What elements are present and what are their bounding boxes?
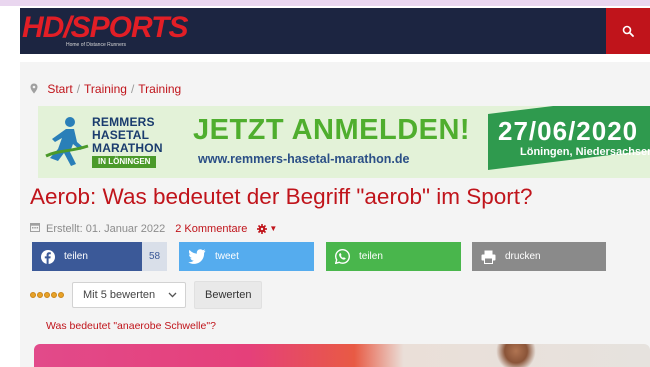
- marathon-logo: REMMERS HASETAL MARATHON IN LÖNINGEN: [44, 114, 174, 172]
- rating-row: Mit 5 bewerten Bewerten: [30, 281, 263, 309]
- related-article-link[interactable]: Was bedeutet "anaerobe Schwelle"?: [46, 320, 216, 332]
- star-icon: [44, 292, 50, 298]
- star-icon: [51, 292, 57, 298]
- star-icon: [37, 292, 43, 298]
- whatsapp-share-label: teilen: [359, 251, 383, 262]
- logo-text: HD/SPORTS: [22, 11, 188, 44]
- banner-place: Löningen, Niedersachsen: [520, 146, 650, 158]
- breadcrumb-training-current[interactable]: Training: [138, 82, 181, 96]
- breadcrumb-start[interactable]: Start: [47, 82, 72, 96]
- map-marker-icon: [30, 83, 38, 97]
- breadcrumb-training[interactable]: Training: [84, 82, 127, 96]
- rate-button[interactable]: Bewerten: [194, 281, 263, 309]
- whatsapp-icon: [335, 249, 350, 264]
- main-content: Start / Training / Training REMMERS HASETAL …: [20, 62, 650, 367]
- print-label: drucken: [505, 251, 541, 262]
- article-tools-toggle[interactable]: ▼: [257, 223, 278, 234]
- runner-icon: [45, 117, 89, 166]
- star-icon: [58, 292, 64, 298]
- article-meta: Erstellt: 01. Januar 2022 2 Kommentare ▼: [30, 222, 277, 235]
- search-icon: [622, 25, 634, 37]
- twitter-share-label: tweet: [215, 251, 239, 262]
- twitter-share-button[interactable]: tweet: [179, 242, 314, 271]
- print-button[interactable]: drucken: [472, 242, 606, 271]
- logo-location: IN LÖNINGEN: [92, 156, 157, 168]
- hero-runner-figure: [496, 344, 536, 367]
- printer-icon: [481, 250, 496, 264]
- facebook-icon: [41, 249, 55, 264]
- rating-select[interactable]: Mit 5 bewerten: [72, 282, 186, 308]
- breadcrumb: Start / Training / Training: [30, 82, 181, 97]
- rating-select-value: Mit 5 bewerten: [83, 289, 156, 301]
- hero-image: [34, 344, 650, 367]
- facebook-share-button[interactable]: teilen 58: [32, 242, 167, 271]
- gear-icon: [257, 223, 268, 234]
- logo-line-3: MARATHON: [92, 141, 163, 155]
- whatsapp-share-button[interactable]: teilen: [326, 242, 461, 271]
- calendar-icon: [30, 222, 40, 235]
- breadcrumb-separator: /: [130, 82, 135, 96]
- banner-url: www.remmers-hasetal-marathon.de: [198, 152, 410, 166]
- marathon-banner[interactable]: REMMERS HASETAL MARATHON IN LÖNINGEN JET…: [38, 106, 650, 178]
- navbar: HD/SPORTS Home of Distance Runners: [20, 8, 650, 54]
- comments-link[interactable]: 2 Kommentare: [175, 223, 247, 235]
- facebook-share-label: teilen: [64, 251, 88, 262]
- star-icon: [30, 292, 36, 298]
- banner-date: 27/06/2020: [498, 116, 639, 146]
- facebook-share-count: 58: [142, 242, 167, 271]
- site-logo[interactable]: HD/SPORTS Home of Distance Runners: [22, 11, 188, 50]
- breadcrumb-separator: /: [76, 82, 81, 96]
- search-button[interactable]: [606, 8, 650, 54]
- top-strip: [0, 0, 650, 6]
- rating-stars: [30, 292, 64, 298]
- twitter-icon: [188, 249, 206, 264]
- chevron-down-icon: ▼: [269, 224, 278, 233]
- banner-headline: JETZT ANMELDEN!: [193, 114, 471, 146]
- created-date: Erstellt: 01. Januar 2022: [46, 222, 166, 235]
- logo-subtext: Home of Distance Runners: [66, 42, 127, 48]
- page-title: Aerob: Was bedeutet der Begriff "aerob" …: [30, 184, 533, 209]
- chevron-down-icon: [168, 292, 177, 298]
